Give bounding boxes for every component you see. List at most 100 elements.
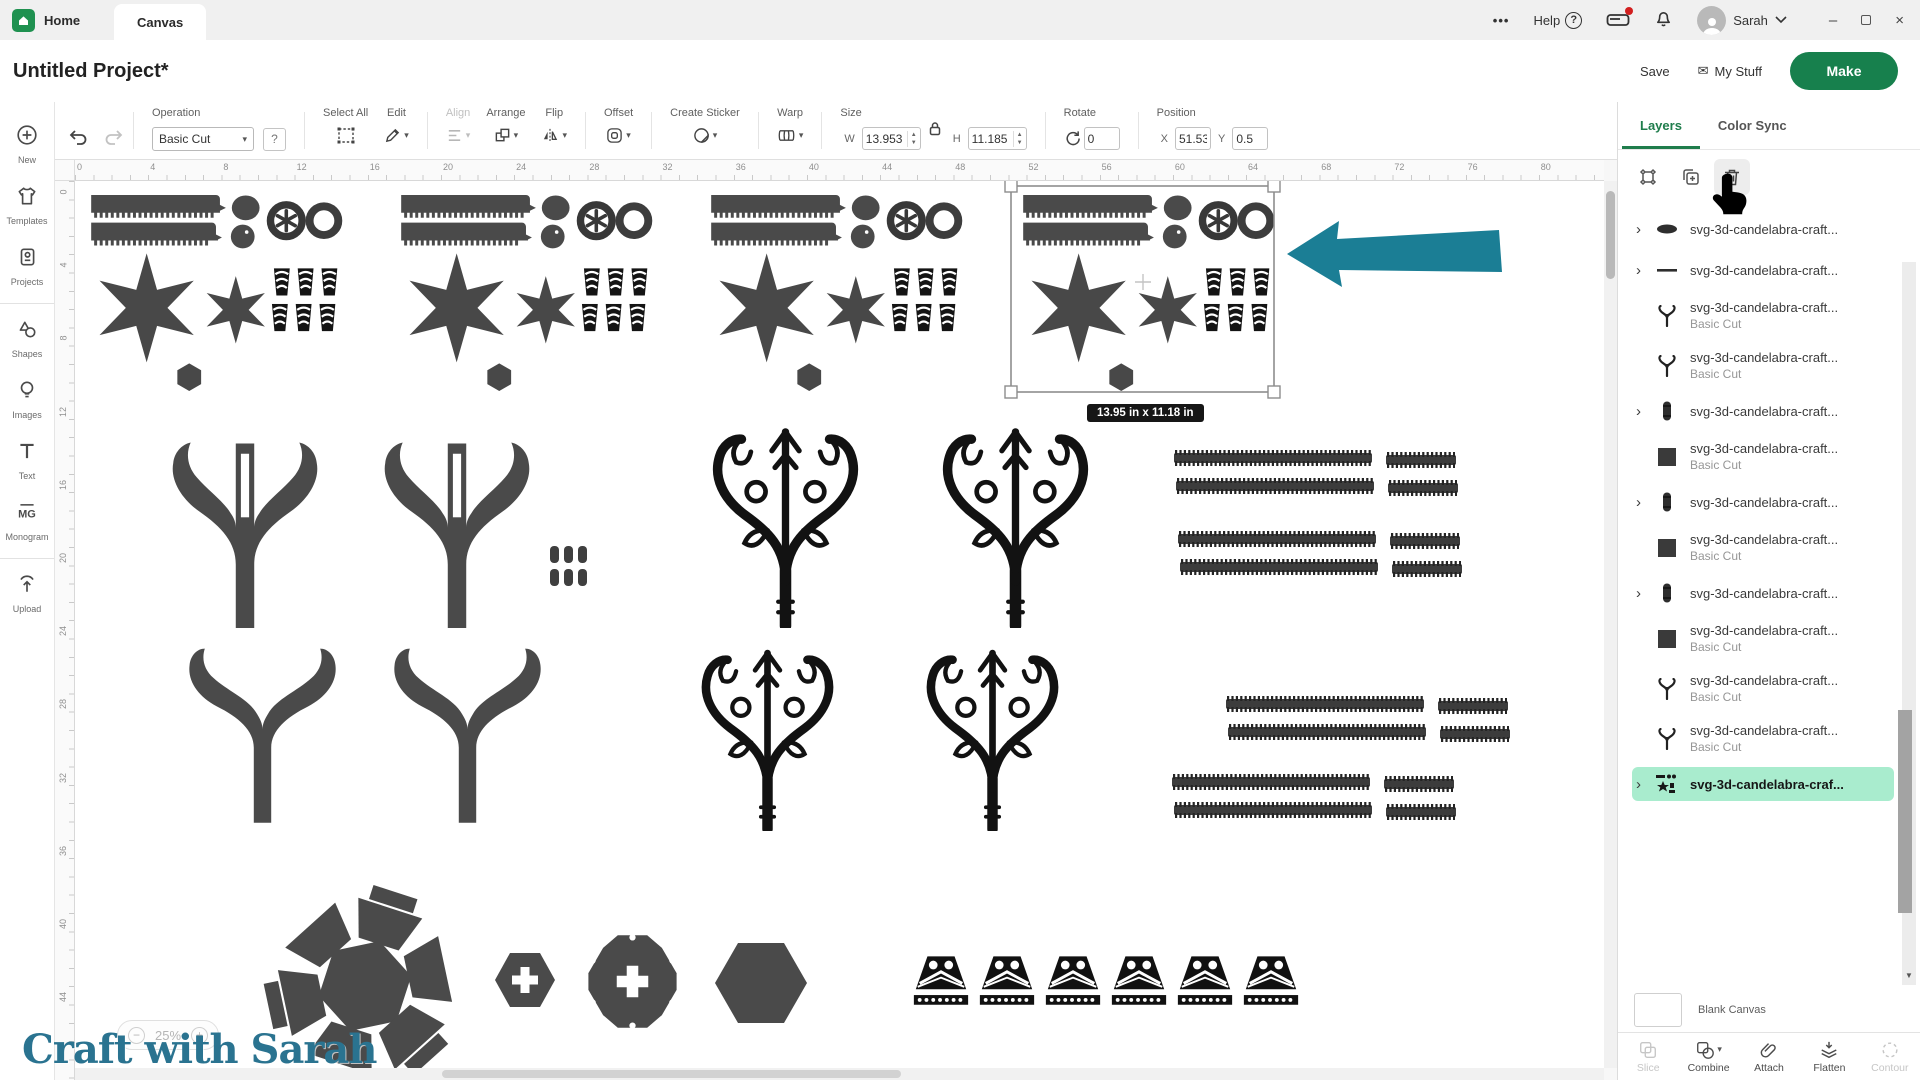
layer-action-button[interactable]: ▾ Slice <box>1618 1033 1678 1080</box>
operation-help-button[interactable]: ? <box>263 128 286 151</box>
edit-button[interactable]: Edit ▾ <box>376 102 417 159</box>
blank-canvas-swatch[interactable] <box>1634 993 1682 1027</box>
canvas-shape-kit-3[interactable] <box>711 195 958 391</box>
sidebar-item[interactable]: MG Shapes <box>0 303 54 369</box>
chevron-right-icon[interactable]: › <box>1636 585 1652 602</box>
chevron-right-icon[interactable]: › <box>1636 776 1652 793</box>
layer-row[interactable]: › svg-3d-candelabra-craft... Basic Cut <box>1632 526 1894 569</box>
canvas-shape-arm-smooth-2[interactable] <box>385 442 530 628</box>
selection-handle-ne[interactable] <box>1268 181 1280 192</box>
layer-row[interactable]: › svg-3d-candelabra-craft... <box>1632 212 1894 246</box>
canvas-shape-horn-smooth-2[interactable] <box>394 649 540 823</box>
canvas-vertical-scrollbar[interactable] <box>1604 181 1617 1068</box>
my-stuff-button[interactable]: ✉ My Stuff <box>1698 63 1762 79</box>
x-field[interactable] <box>1175 127 1211 150</box>
canvas-shape-kit-2[interactable] <box>401 195 648 391</box>
scroll-down-icon[interactable]: ▼ <box>1902 971 1916 980</box>
tab-canvas[interactable]: Canvas <box>114 4 206 40</box>
sidebar-item[interactable]: MG Upload <box>0 558 54 624</box>
rotate-field[interactable] <box>1084 127 1120 150</box>
more-menu-icon[interactable]: ••• <box>1493 13 1510 28</box>
canvas-shape-rod-cluster-2[interactable] <box>1178 534 1462 575</box>
redo-icon[interactable] <box>103 128 123 151</box>
lock-icon[interactable] <box>928 121 942 141</box>
layer-action-button[interactable]: ▾ Combine <box>1678 1033 1738 1080</box>
canvas-shape-horn-smooth-1[interactable] <box>189 649 335 823</box>
group-button[interactable] <box>1630 159 1666 195</box>
arrange-button[interactable]: Arrange ▾ <box>478 102 533 159</box>
bell-icon[interactable] <box>1654 8 1673 33</box>
layer-row[interactable]: › svg-3d-candelabra-craft... <box>1632 253 1894 287</box>
scrollbar-thumb[interactable] <box>1898 710 1912 912</box>
layer-row[interactable]: › svg-3d-candelabra-craft... Basic Cut <box>1632 717 1894 760</box>
layer-row[interactable]: › svg-3d-candelabra-craft... <box>1632 394 1894 428</box>
warp-button[interactable]: Warp ▾ <box>769 102 812 159</box>
blank-canvas-row[interactable]: Blank Canvas <box>1618 988 1920 1032</box>
y-field[interactable] <box>1232 127 1268 150</box>
tab-color-sync[interactable]: Color Sync <box>1700 102 1805 149</box>
sidebar-item[interactable]: MG Projects <box>0 236 54 297</box>
machine-status-icon[interactable] <box>1606 11 1630 29</box>
sidebar-item[interactable]: MG Templates <box>0 175 54 236</box>
layer-action-button[interactable]: ▾ Attach <box>1739 1033 1799 1080</box>
create-sticker-button[interactable]: Create Sticker ▾ <box>662 102 748 159</box>
flip-button[interactable]: Flip ▾ <box>533 102 575 159</box>
width-stepper[interactable]: ▲▼ <box>862 127 921 150</box>
save-button[interactable]: Save <box>1640 64 1670 79</box>
canvas-shape-hex-cross[interactable] <box>495 953 555 1007</box>
selection-handle-se[interactable] <box>1268 386 1280 398</box>
selection-handle-nw[interactable] <box>1005 181 1017 192</box>
canvas-shape-hex-flower[interactable] <box>588 934 676 1029</box>
x-input[interactable] <box>1176 132 1210 146</box>
chevron-right-icon[interactable]: › <box>1636 494 1652 511</box>
canvas-shape-kit-4-selected[interactable] <box>1023 195 1270 391</box>
layer-row[interactable]: › svg-3d-candelabra-craf... <box>1632 767 1894 801</box>
canv-shape-shade-row[interactable] <box>914 956 1298 1004</box>
help-button[interactable]: Help ? <box>1533 12 1582 29</box>
sidebar-item[interactable]: MG Images <box>0 369 54 430</box>
layer-row[interactable]: › svg-3d-candelabra-craft... Basic Cut <box>1632 435 1894 478</box>
selection-handle-sw[interactable] <box>1005 386 1017 398</box>
canvas-shape-hexagon[interactable] <box>715 943 807 1023</box>
canvas-shape-rod-cluster-1[interactable] <box>1174 453 1458 494</box>
offset-button[interactable]: Offset ▾ <box>596 102 641 159</box>
scrollbar-thumb[interactable] <box>1606 191 1615 279</box>
layer-row[interactable]: › svg-3d-candelabra-craft... <box>1632 485 1894 519</box>
tab-layers[interactable]: Layers <box>1622 102 1700 149</box>
layers-scrollbar[interactable] <box>1902 262 1916 985</box>
y-input[interactable] <box>1233 132 1267 146</box>
select-all-button[interactable]: Select All <box>315 102 376 159</box>
duplicate-button[interactable] <box>1672 159 1708 195</box>
chevron-right-icon[interactable]: › <box>1636 262 1652 279</box>
chevron-right-icon[interactable]: › <box>1636 221 1652 238</box>
canvas-shape-rod-cluster-3[interactable] <box>1226 699 1510 740</box>
canvas-shape-kit-1[interactable] <box>91 195 338 391</box>
height-input[interactable] <box>969 132 1013 146</box>
undo-icon[interactable] <box>69 128 89 151</box>
sidebar-item[interactable]: MG Text <box>0 430 54 491</box>
rotate-input[interactable] <box>1085 132 1119 146</box>
design-canvas[interactable]: 13.95 in x 11.18 in − 25% + <box>75 181 1604 1080</box>
operation-select[interactable]: Basic Cut ▾ <box>152 127 254 151</box>
height-stepper[interactable]: ▲▼ <box>968 127 1027 150</box>
layer-action-button[interactable]: ▾ Flatten <box>1799 1033 1859 1080</box>
make-button[interactable]: Make <box>1790 52 1898 90</box>
user-menu[interactable]: Sarah <box>1697 6 1787 35</box>
width-input[interactable] <box>863 132 907 146</box>
minimize-button[interactable]: – <box>1829 12 1837 29</box>
canvas-shape-arm-smooth-1[interactable] <box>173 442 318 628</box>
sidebar-item[interactable]: MG New <box>0 114 54 175</box>
tab-home[interactable]: Home <box>44 13 80 28</box>
canvas-shape-horn-filigree-1[interactable] <box>706 653 829 829</box>
close-button[interactable]: × <box>1895 12 1904 29</box>
chevron-right-icon[interactable]: › <box>1636 403 1652 420</box>
canvas-shape-arm-filigree-2[interactable] <box>948 432 1084 626</box>
canvas-shape-peg-dots[interactable] <box>550 546 587 586</box>
layer-row[interactable]: › svg-3d-candelabra-craft... Basic Cut <box>1632 294 1894 337</box>
canvas-shape-arm-filigree-1[interactable] <box>718 432 854 626</box>
sidebar-item[interactable]: MG Monogram <box>0 491 54 552</box>
scrollbar-thumb[interactable] <box>442 1070 901 1078</box>
canvas-shape-horn-filigree-2[interactable] <box>931 653 1054 829</box>
layer-row[interactable]: › svg-3d-candelabra-craft... Basic Cut <box>1632 344 1894 387</box>
layer-row[interactable]: › svg-3d-candelabra-craft... Basic Cut <box>1632 617 1894 660</box>
